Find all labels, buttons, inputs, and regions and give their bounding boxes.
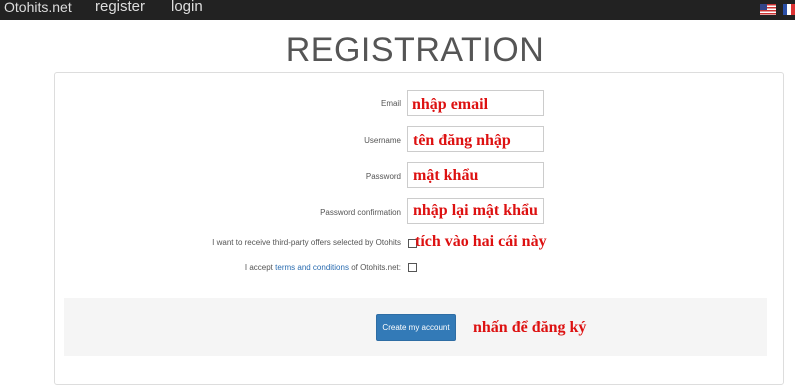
email-annotation: nhập email bbox=[412, 96, 489, 113]
top-navbar: Otohits.net register login bbox=[0, 0, 795, 20]
terms-link[interactable]: terms and conditions bbox=[275, 263, 349, 272]
terms-suffix: of Otohits.net: bbox=[348, 263, 401, 272]
terms-checkbox[interactable] bbox=[408, 263, 417, 272]
nav-login-link[interactable]: login bbox=[171, 0, 203, 15]
terms-prefix: I accept bbox=[244, 263, 276, 272]
create-account-button[interactable]: Create my account bbox=[376, 314, 456, 341]
fr-flag-icon[interactable] bbox=[783, 4, 795, 15]
brand-link[interactable]: Otohits.net bbox=[4, 0, 72, 15]
password-annotation: mật khẩu bbox=[413, 167, 479, 184]
username-annotation: tên đăng nhập bbox=[413, 132, 511, 149]
offers-label: I want to receive third-party offers sel… bbox=[212, 238, 401, 247]
email-label: Email bbox=[380, 99, 401, 108]
page-title: REGISTRATION bbox=[285, 31, 545, 69]
us-flag-icon[interactable] bbox=[760, 4, 776, 15]
nav-register-link[interactable]: register bbox=[95, 0, 145, 15]
password-label: Password bbox=[365, 172, 401, 181]
terms-label: I accept terms and conditions of Otohits… bbox=[245, 263, 401, 272]
password-confirmation-annotation: nhập lại mật khẩu bbox=[413, 202, 538, 219]
password-confirmation-label: Password confirmation bbox=[320, 208, 401, 217]
username-label: Username bbox=[364, 136, 401, 145]
checkboxes-annotation: tích vào hai cái này bbox=[415, 233, 547, 250]
submit-annotation: nhấn để đăng ký bbox=[473, 319, 587, 336]
